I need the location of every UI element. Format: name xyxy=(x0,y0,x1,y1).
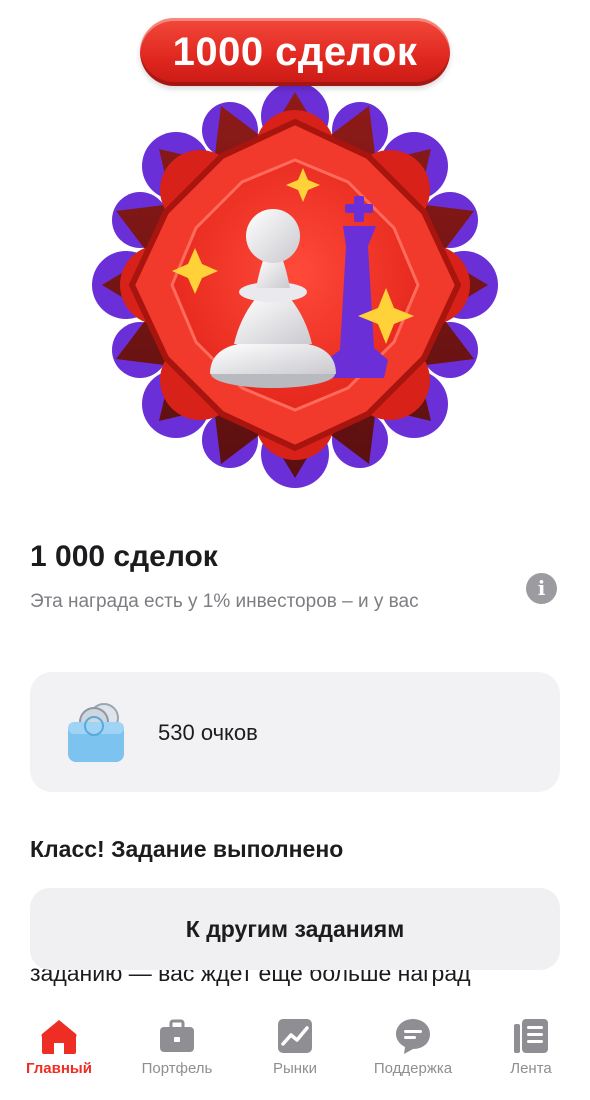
task-status-title: Класс! Задание выполнено xyxy=(30,836,344,862)
tab-feed-label: Лента xyxy=(510,1060,552,1077)
chat-bubble-icon xyxy=(396,1019,430,1054)
home-icon xyxy=(41,1020,77,1054)
other-tasks-button[interactable]: К другим заданиям xyxy=(30,888,560,970)
achievement-medal-image xyxy=(92,82,498,488)
tab-portfolio-label: Портфель xyxy=(141,1060,213,1077)
tab-markets-label: Рынки xyxy=(272,1060,317,1077)
achievement-description: Эта награда есть у 1% инвесторов – и у в… xyxy=(30,591,419,612)
achievement-pill-label: 1000 сделок xyxy=(140,18,450,86)
tab-support-label: Поддержка xyxy=(373,1060,453,1077)
tab-portfolio[interactable]: Портфель xyxy=(118,996,236,1096)
briefcase-icon xyxy=(160,1019,194,1052)
tab-home[interactable]: Главный xyxy=(0,996,118,1096)
tab-support[interactable]: Поддержка xyxy=(354,996,472,1096)
news-feed-icon xyxy=(514,1019,548,1053)
info-icon[interactable]: i xyxy=(526,573,557,604)
points-value: 530 очков xyxy=(158,720,258,745)
coins-wallet-icon xyxy=(68,703,124,762)
achievement-title: 1 000 сделок xyxy=(30,540,218,573)
tab-feed[interactable]: Лента xyxy=(472,996,590,1096)
tab-home-label: Главный xyxy=(26,1060,92,1077)
tab-markets[interactable]: Рынки xyxy=(236,996,354,1096)
bottom-tab-bar: Главный Портфель Рынки Поддержка Лента xyxy=(0,996,590,1100)
chart-icon xyxy=(278,1019,312,1053)
